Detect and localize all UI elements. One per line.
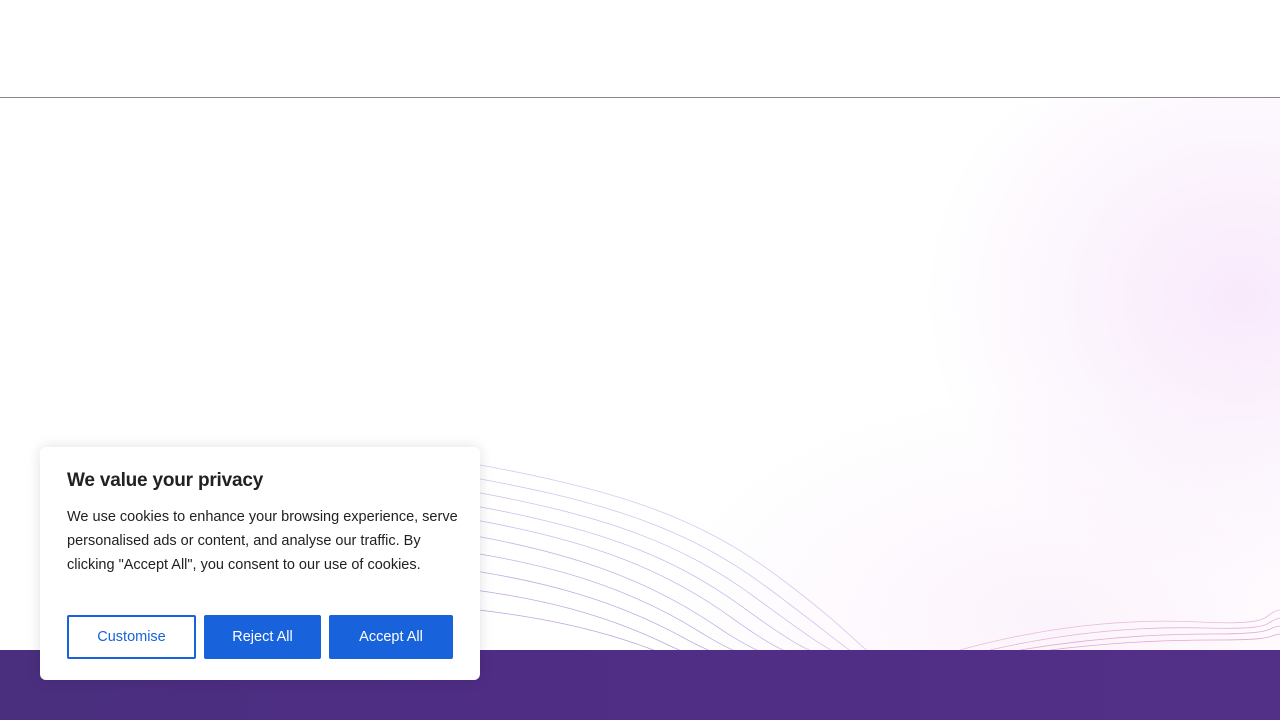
reject-all-button[interactable]: Reject All [204,615,321,659]
cookie-banner-actions: Customise Reject All Accept All [67,615,453,659]
site-header [0,0,1280,98]
page: We value your privacy We use cookies to … [0,0,1280,720]
customise-button[interactable]: Customise [67,615,196,659]
accept-all-button[interactable]: Accept All [329,615,453,659]
cookie-banner-title: We value your privacy [67,470,264,491]
cookie-consent-banner: We value your privacy We use cookies to … [40,447,480,680]
cookie-banner-message: We use cookies to enhance your browsing … [67,509,458,573]
